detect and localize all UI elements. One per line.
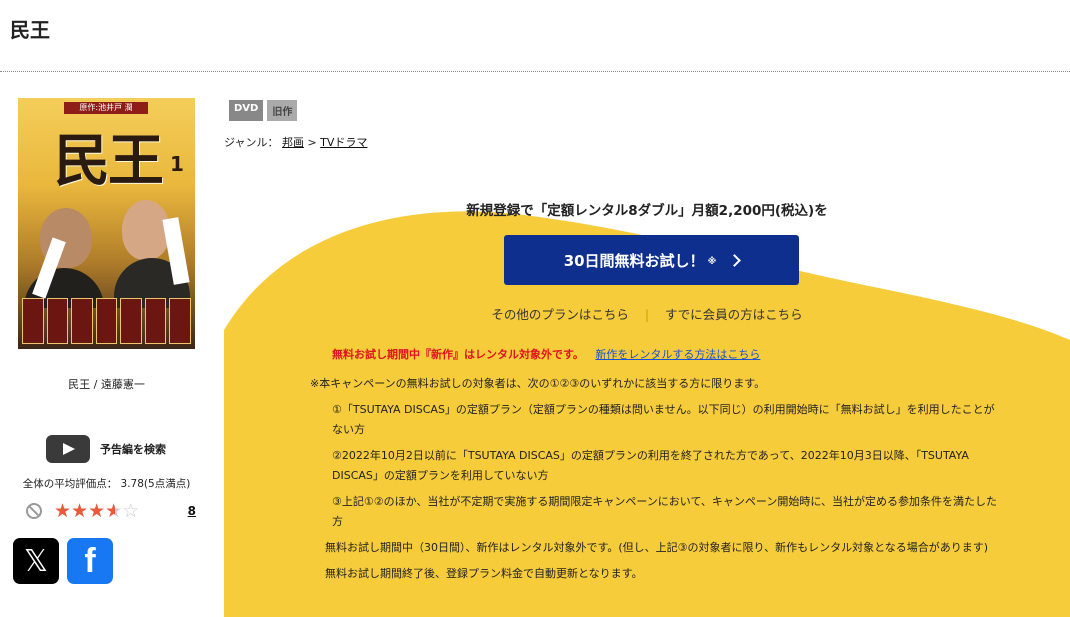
cover-volume: 1	[170, 152, 184, 176]
review-count-link[interactable]: 8	[188, 504, 196, 518]
cast-portrait	[22, 298, 44, 344]
not-interested-icon[interactable]	[26, 503, 42, 519]
free-trial-label: 30日間無料お試し！	[563, 251, 705, 270]
cover-crest: 原作:池井戸 潤	[64, 102, 148, 114]
new-release-rental-link[interactable]: 新作をレンタルする方法はこちら	[595, 348, 760, 361]
rating-row: ★★★★☆ 8	[26, 500, 196, 522]
badge-old-release: 旧作	[267, 100, 298, 121]
terms-paragraph: 無料お試し期間終了後、登録プラン料金で自動更新となります。	[325, 567, 643, 580]
genre-label: ジャンル：	[224, 136, 279, 149]
page-title: 民王	[10, 18, 50, 42]
terms-condition: ②2022年10月2日以前に「TSUTAYA DISCAS」の定額プランの利用を…	[332, 449, 969, 482]
empty-star-icon: ☆	[122, 500, 140, 522]
terms-intro: ※本キャンペーンの無料お試しの対象者は、次の①②③のいずれかに該当する方に限りま…	[310, 377, 766, 390]
genre-link-japanese-film[interactable]: 邦画	[282, 136, 304, 149]
cast-portrait	[120, 298, 142, 344]
average-rating: 全体の平均評価点： 3.78(5点満点)	[22, 478, 191, 490]
trailer-search-button[interactable]: 予告編を検索	[46, 435, 166, 463]
terms-condition: ①「TSUTAYA DISCAS」の定額プラン（定額プランの種類は問いません。以…	[332, 403, 995, 436]
format-badges: DVD 旧作	[229, 100, 298, 121]
star-icon: ★	[71, 500, 89, 522]
other-plans-link[interactable]: その他のプランはこちら	[491, 307, 629, 322]
star-icon: ★	[54, 500, 72, 522]
cover-title: 民王	[54, 129, 164, 194]
promo-headline: 新規登録で「定額レンタル8ダブル」月額2,200円(税込)を	[466, 203, 828, 219]
free-trial-note: ※	[707, 257, 717, 267]
cast-portrait	[144, 298, 167, 344]
new-release-notice: 無料お試し期間中『新作』はレンタル対象外です。 新作をレンタルする方法はこちら	[332, 346, 760, 362]
star-rating: ★★★★☆	[54, 500, 139, 522]
x-share-button[interactable]: 𝕏	[13, 538, 59, 584]
terms-condition: ③上記①②のほか、当社が不定期で実施する期間限定キャンペーンにおいて、キャンペー…	[332, 495, 998, 528]
notice-warning: 無料お試し期間中『新作』はレンタル対象外です。	[332, 348, 584, 361]
badge-dvd: DVD	[229, 100, 264, 121]
facebook-share-button[interactable]: f	[67, 538, 113, 584]
title-divider	[0, 71, 1070, 72]
trailer-label: 予告編を検索	[100, 443, 166, 456]
genre-breadcrumb: ジャンル： 邦画 > TVドラマ	[224, 134, 367, 150]
chevron-right-icon	[728, 253, 742, 267]
cover-figure-right	[122, 200, 170, 260]
members-login-link[interactable]: すでに会員の方はこちら	[665, 307, 803, 322]
cast-portrait	[169, 298, 192, 344]
cover-caption: 民王 / 遠藤憲一	[68, 378, 145, 391]
cast-portrait	[71, 298, 93, 344]
half-star-icon: ★	[105, 500, 123, 522]
video-play-icon	[46, 435, 90, 463]
star-icon: ★	[88, 500, 106, 522]
free-trial-button[interactable]: 30日間無料お試し！ ※	[504, 235, 799, 285]
x-logo-icon: 𝕏	[23, 543, 49, 579]
terms-paragraph: 無料お試し期間中（30日間）、新作はレンタル対象外です。(但し、上記③の対象者に…	[325, 541, 989, 554]
cover-cast-strip	[22, 298, 192, 344]
facebook-logo-icon: f	[84, 541, 96, 580]
cast-portrait	[95, 298, 118, 344]
cast-portrait	[46, 298, 69, 344]
plan-links: その他のプランはこちら | すでに会員の方はこちら	[224, 304, 1070, 323]
cover-image[interactable]: 原作:池井戸 潤 民王 1	[18, 98, 195, 349]
link-separator: |	[644, 307, 650, 322]
genre-link-tv-drama[interactable]: TVドラマ	[320, 136, 367, 149]
genre-separator: >	[307, 136, 317, 149]
campaign-terms: ※本キャンペーンの無料お試しの対象者は、次の①②③のいずれかに該当する方に限りま…	[310, 374, 1010, 584]
